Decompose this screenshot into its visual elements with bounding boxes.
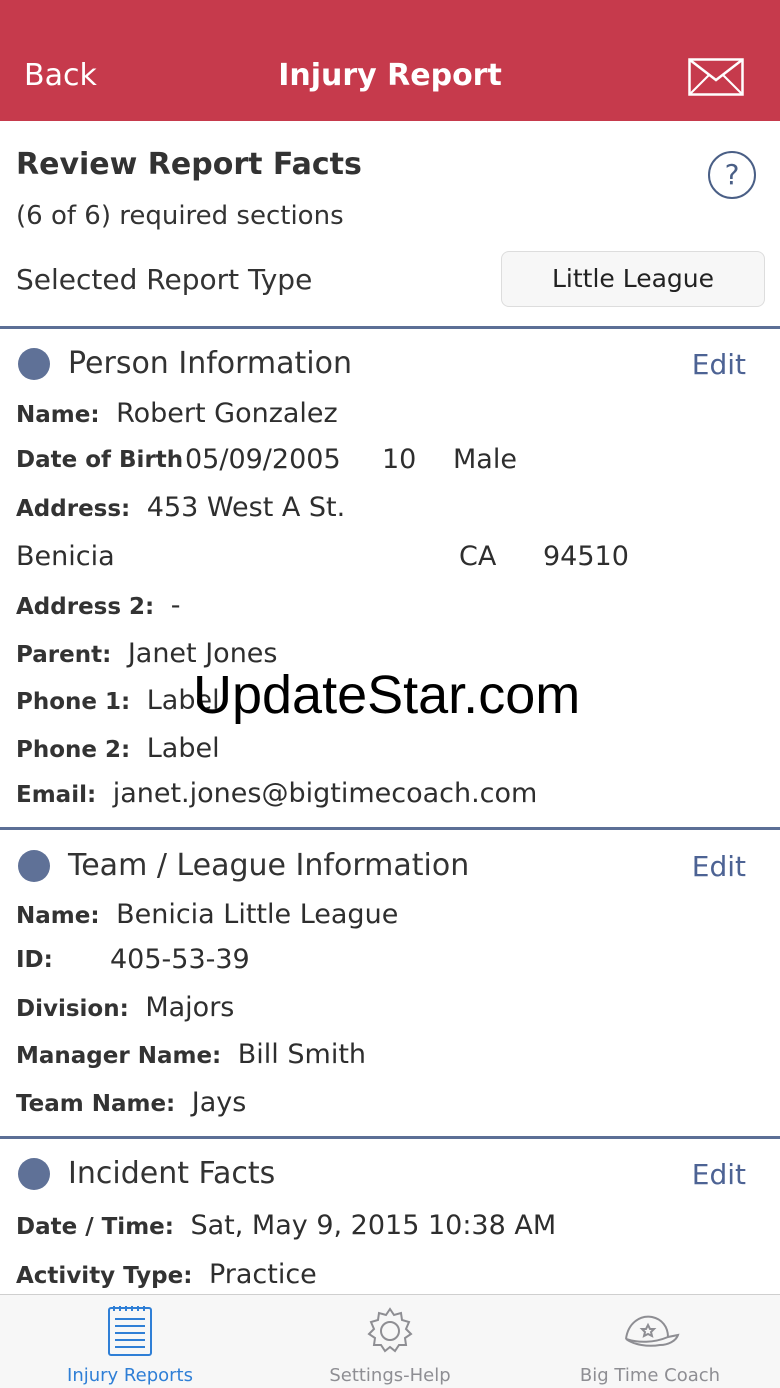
section-title: Team / League Information: [68, 848, 470, 883]
report-type-button[interactable]: Little League: [501, 251, 765, 307]
tab-label: Big Time Coach: [579, 1365, 721, 1386]
question-mark-icon: ?: [724, 158, 740, 191]
field-label: Activity Type:: [16, 1263, 193, 1289]
edit-incident-button[interactable]: Edit: [692, 1158, 746, 1191]
section-status-dot: [18, 348, 50, 380]
incident-datetime: Sat, May 9, 2015 10:38 AM: [190, 1210, 557, 1241]
team-name-row: Team Name: Jays: [16, 1087, 246, 1118]
city-value: Benicia: [16, 541, 115, 572]
zip-value: 94510: [543, 541, 629, 572]
phone2-value: Label: [146, 733, 220, 764]
field-label: ID:: [16, 947, 53, 973]
field-label: Phone 2:: [16, 737, 131, 763]
section-title: Incident Facts: [68, 1156, 276, 1191]
field-label: Date of Birth: [16, 447, 184, 473]
phone1-row: Phone 1: Label: [16, 685, 220, 716]
tab-big-time-coach[interactable]: Big Time Coach: [520, 1295, 780, 1388]
section-divider: [0, 326, 780, 329]
division-value: Majors: [145, 992, 235, 1023]
phone2-row: Phone 2: Label: [16, 733, 220, 764]
section-status-dot: [18, 850, 50, 882]
field-label: Name:: [16, 903, 100, 929]
report-type-label: Selected Report Type: [16, 263, 313, 296]
edit-person-button[interactable]: Edit: [692, 348, 746, 381]
field-label: Team Name:: [16, 1091, 176, 1117]
envelope-icon[interactable]: [688, 58, 744, 96]
field-label: Manager Name:: [16, 1043, 222, 1069]
edit-team-button[interactable]: Edit: [692, 850, 746, 883]
tab-label: Injury Reports: [67, 1365, 193, 1386]
address2-value: -: [170, 590, 181, 621]
person-name-row: Name: Robert Gonzalez: [16, 398, 338, 429]
incident-datetime-row: Date / Time: Sat, May 9, 2015 10:38 AM: [16, 1210, 556, 1241]
tab-bar: Injury Reports Settings-Help Big Time Co…: [0, 1294, 780, 1388]
review-header: Review Report Facts (6 of 6) required se…: [0, 121, 780, 327]
field-label: Parent:: [16, 642, 112, 668]
required-sections-status: (6 of 6) required sections: [16, 201, 344, 231]
league-id: 405-53-39: [110, 944, 250, 975]
age-value: 10: [382, 444, 417, 475]
tab-label: Settings-Help: [329, 1365, 451, 1386]
section-divider: [0, 1136, 780, 1139]
tab-settings-help[interactable]: Settings-Help: [260, 1295, 520, 1388]
notepad-icon: [108, 1306, 152, 1356]
email-value: janet.jones@bigtimecoach.com: [112, 778, 538, 809]
person-name: Robert Gonzalez: [116, 398, 338, 429]
state-value: CA: [459, 541, 497, 572]
manager-value: Bill Smith: [237, 1039, 367, 1070]
field-label: Division:: [16, 996, 129, 1022]
email-row: Email: janet.jones@bigtimecoach.com: [16, 778, 537, 809]
activity-row: Activity Type: Practice: [16, 1259, 317, 1290]
gear-icon: [367, 1307, 413, 1353]
section-status-dot: [18, 1158, 50, 1190]
league-name-row: Name: Benicia Little League: [16, 899, 398, 930]
field-label: Email:: [16, 782, 97, 808]
league-name: Benicia Little League: [116, 899, 399, 930]
division-row: Division: Majors: [16, 992, 234, 1023]
team-name-value: Jays: [191, 1087, 247, 1118]
help-button[interactable]: ?: [708, 151, 756, 199]
field-label: Phone 1:: [16, 689, 131, 715]
address2-row: Address 2: -: [16, 590, 181, 621]
baseball-cap-icon: [625, 1315, 680, 1347]
address-value: 453 West A St.: [146, 492, 346, 523]
section-divider: [0, 827, 780, 830]
address-row: Address: 453 West A St.: [16, 492, 345, 523]
tab-injury-reports[interactable]: Injury Reports: [0, 1295, 260, 1388]
review-title: Review Report Facts: [16, 147, 362, 182]
field-label: Address:: [16, 496, 131, 522]
field-label: Name:: [16, 402, 100, 428]
field-label: Address 2:: [16, 594, 155, 620]
gender-value: Male: [453, 444, 517, 475]
nav-bar: Back Injury Report: [0, 0, 780, 121]
watermark-text: UpdateStar.com: [193, 665, 581, 725]
activity-value: Practice: [208, 1259, 317, 1290]
manager-row: Manager Name: Bill Smith: [16, 1039, 366, 1070]
page-title: Injury Report: [278, 58, 502, 93]
league-id-row: ID:: [16, 944, 53, 974]
section-title: Person Information: [68, 346, 353, 381]
dob-row: Date of Birth: [16, 444, 183, 474]
field-label: Date / Time:: [16, 1214, 174, 1240]
dob-value: 05/09/2005: [185, 444, 341, 475]
